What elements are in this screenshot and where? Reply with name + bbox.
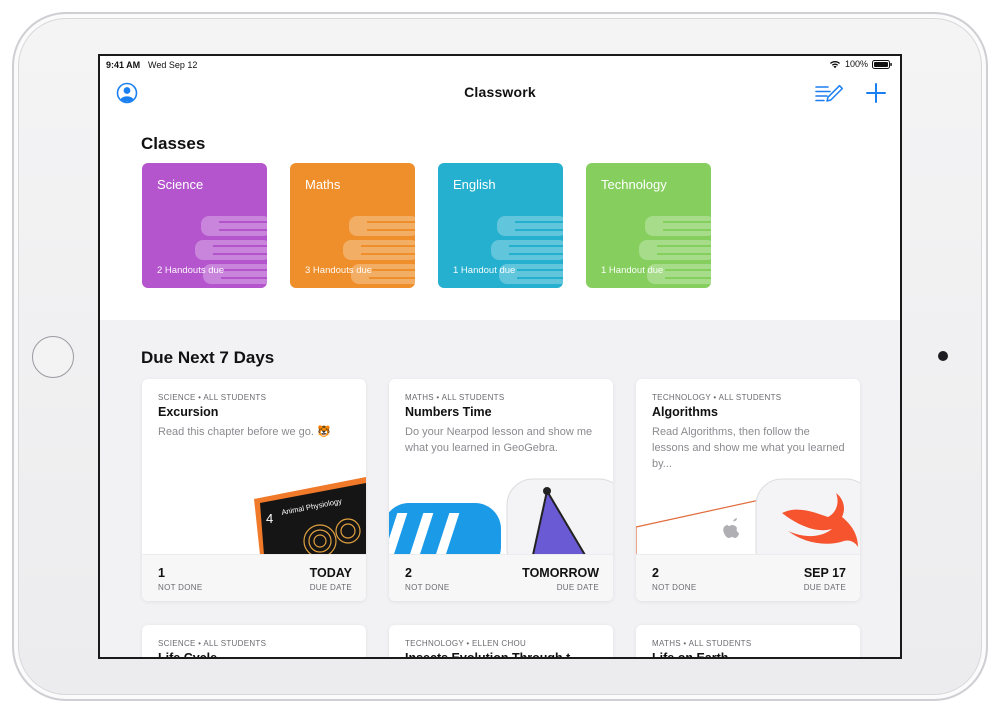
class-name: English (453, 177, 496, 192)
class-handouts: 1 Handout due (453, 265, 516, 276)
class-tile-technology[interactable]: Technology 1 Handout due (586, 163, 711, 288)
status-indicators: 100% (829, 59, 892, 69)
class-handouts: 2 Handouts due (157, 265, 225, 276)
card-title: Life on Earth (652, 651, 729, 659)
classes-heading: Classes (141, 134, 206, 153)
card-title: Algorithms (652, 405, 718, 419)
books-icon (195, 216, 267, 284)
card-meta: MATHS • ALL STUDENTS (652, 639, 752, 648)
assignment-card-life-on-earth[interactable]: MATHS • ALL STUDENTS Life on Earth (636, 625, 860, 659)
app-icons-illustration (389, 478, 613, 555)
swift-book-illustration (636, 478, 860, 555)
card-meta: TECHNOLOGY • ELLEN CHOU (405, 639, 527, 648)
card-footer: 1 NOT DONE TODAY DUE DATE (142, 554, 366, 601)
status-time: 9:41 AM (106, 60, 141, 70)
screen: 9:41 AM Wed Sep 12 100% Classwork Classe… (98, 54, 902, 659)
class-handouts: 1 Handout due (601, 265, 664, 276)
class-tile-english[interactable]: English 1 Handout due (438, 163, 563, 288)
class-name: Maths (305, 177, 341, 192)
swift-app-icon (755, 478, 860, 555)
card-meta: SCIENCE • ALL STUDENTS (158, 639, 267, 648)
assignment-card-algorithms[interactable]: TECHNOLOGY • ALL STUDENTS Algorithms Rea… (636, 379, 860, 601)
card-footer: 2 NOT DONE TOMORROW DUE DATE (389, 554, 613, 601)
due-date: TOMORROW (522, 566, 599, 580)
page-title: Classwork (464, 84, 536, 100)
compose-icon[interactable] (814, 82, 844, 106)
not-done-label: NOT DONE (405, 583, 450, 592)
due-date-label: DUE DATE (556, 583, 599, 592)
card-meta: TECHNOLOGY • ALL STUDENTS (652, 393, 782, 402)
add-icon[interactable] (864, 81, 888, 105)
not-done-label: NOT DONE (158, 583, 203, 592)
class-name: Technology (601, 177, 667, 192)
card-description: Do your Nearpod lesson and show me what … (405, 426, 593, 454)
class-handouts: 3 Handouts due (305, 265, 373, 276)
due-date: SEP 17 (803, 566, 846, 580)
assignment-card-numbers-time[interactable]: MATHS • ALL STUDENTS Numbers Time Do you… (389, 379, 613, 601)
assignment-card-excursion[interactable]: SCIENCE • ALL STUDENTS Excursion Read th… (142, 379, 366, 601)
not-done-label: NOT DONE (652, 583, 697, 592)
assignment-card-life-cycle[interactable]: SCIENCE • ALL STUDENTS Life Cycle (142, 625, 366, 659)
nearpod-app-icon (389, 503, 501, 555)
wifi-icon (829, 60, 840, 69)
due-section: Due Next 7 Days SCIENCE • ALL STUDENTS E… (100, 320, 900, 659)
geogebra-app-icon (506, 478, 613, 555)
due-heading: Due Next 7 Days (141, 348, 275, 367)
card-meta: SCIENCE • ALL STUDENTS (158, 393, 267, 402)
due-date-label: DUE DATE (803, 583, 846, 592)
card-title: Insects Evolution Through t (405, 651, 571, 659)
class-tile-science[interactable]: Science 2 Handouts due (142, 163, 267, 288)
books-icon (343, 216, 415, 284)
due-date-label: DUE DATE (309, 583, 352, 592)
not-done-count: 1 (158, 566, 165, 580)
card-title: Numbers Time (405, 405, 492, 419)
book-number: 4 (266, 511, 273, 526)
card-meta: MATHS • ALL STUDENTS (405, 393, 505, 402)
book-cover-illustration: 4 Animal Physiology (254, 477, 366, 555)
card-title: Life Cycle (158, 651, 218, 659)
home-button[interactable] (32, 336, 74, 378)
due-date: TODAY (309, 566, 352, 580)
card-footer: 2 NOT DONE SEP 17 DUE DATE (636, 554, 860, 601)
card-description: Read this chapter before we go. 🐯 (158, 426, 331, 438)
front-camera (938, 351, 948, 361)
card-title: Excursion (158, 405, 219, 419)
status-date: Wed Sep 12 (148, 60, 198, 70)
class-tile-maths[interactable]: Maths 3 Handouts due (290, 163, 415, 288)
class-name: Science (157, 177, 204, 192)
not-done-count: 2 (652, 566, 659, 580)
not-done-count: 2 (405, 566, 412, 580)
books-icon (491, 216, 563, 284)
navigation-bar: Classwork (100, 74, 900, 112)
status-bar: 9:41 AM Wed Sep 12 100% (100, 56, 900, 74)
books-icon (639, 216, 711, 284)
battery-percent: 100% (844, 59, 868, 69)
battery-icon (872, 59, 892, 69)
assignment-card-insects-evolution[interactable]: TECHNOLOGY • ELLEN CHOU Insects Evolutio… (389, 625, 613, 659)
card-description: Read Algorithms, then follow the lessons… (652, 426, 845, 470)
